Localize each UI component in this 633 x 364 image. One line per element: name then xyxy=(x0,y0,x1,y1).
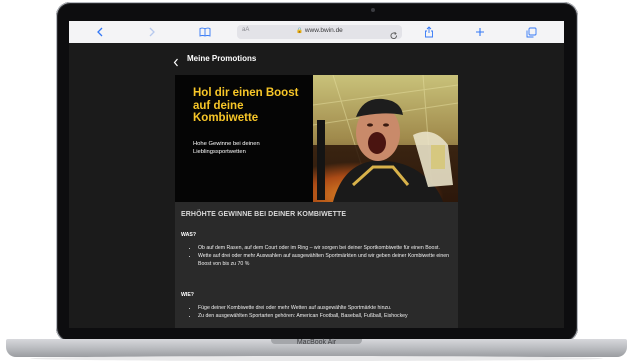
laptop-base: MacBook Air xyxy=(6,339,627,357)
list-item: Zu den ausgewählten Sportarten gehören: … xyxy=(198,312,460,320)
promo-hero-banner: Hol dir einen Boost auf deine Kombiwette… xyxy=(175,75,458,202)
laptop-screen: aA 🔒 www.bwin.de Meine Promotions Hol di… xyxy=(69,21,564,328)
page-header: Meine Promotions xyxy=(69,43,564,73)
list-item: Wette auf drei oder mehr Auswahlen auf a… xyxy=(198,252,460,268)
hero-text-panel: Hol dir einen Boost auf deine Kombiwette… xyxy=(175,75,313,202)
browser-toolbar: aA 🔒 www.bwin.de xyxy=(69,21,564,44)
camera-dot xyxy=(371,8,375,12)
list-item: Ob auf dem Rasen, auf dem Court oder im … xyxy=(198,244,460,252)
base-shadow xyxy=(30,356,603,361)
page-title: Meine Promotions xyxy=(187,54,257,63)
bookmarks-icon[interactable] xyxy=(198,25,212,39)
promo-heading: ERHÖHTE GEWINNE BEI DEINER KOMBIWETTE xyxy=(181,211,347,218)
how-label: WIE? xyxy=(181,292,194,298)
hero-subline: Hohe Gewinne bei deinen Lieblingssportwe… xyxy=(193,141,260,155)
url-text: www.bwin.de xyxy=(304,27,343,34)
tabs-overview-icon[interactable] xyxy=(524,25,538,39)
back-icon[interactable] xyxy=(93,25,107,39)
share-icon[interactable] xyxy=(422,25,436,39)
promo-details-panel: ERHÖHTE GEWINNE BEI DEINER KOMBIWETTE WA… xyxy=(175,202,458,328)
list-item: Füge deiner Kombiwette drei oder mehr We… xyxy=(198,304,460,312)
cheering-fan-photo xyxy=(313,75,458,202)
device-label: MacBook Air xyxy=(296,339,337,346)
hero-headline: Hol dir einen Boost auf deine Kombiwette xyxy=(193,87,299,124)
what-list: Ob auf dem Rasen, auf dem Court oder im … xyxy=(186,244,460,269)
forward-icon[interactable] xyxy=(145,25,159,39)
new-tab-icon[interactable] xyxy=(473,25,487,39)
how-list: Füge deiner Kombiwette drei oder mehr We… xyxy=(186,304,460,320)
lock-icon: 🔒 xyxy=(296,28,304,34)
what-label: WAS? xyxy=(181,232,196,238)
address-bar[interactable]: aA 🔒 www.bwin.de xyxy=(237,25,402,39)
back-chevron-icon[interactable] xyxy=(173,54,179,72)
